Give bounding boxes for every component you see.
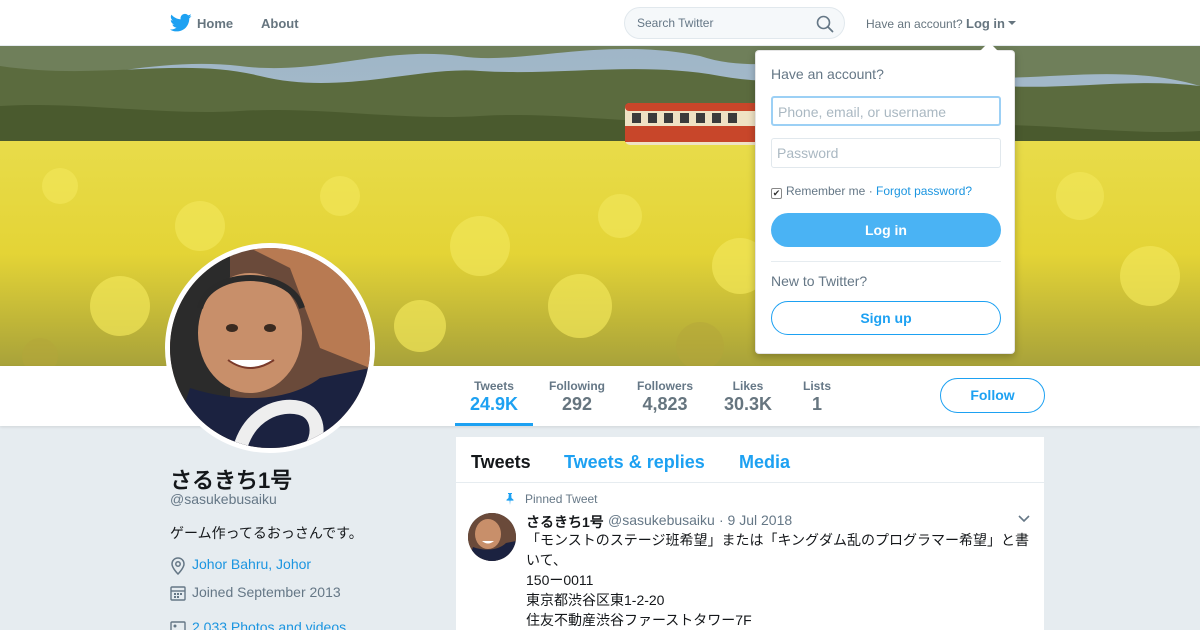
tweet-author-name[interactable]: さるきち1号 — [526, 512, 604, 532]
have-account-text: Have an account? — [866, 17, 963, 31]
calendar-icon — [170, 586, 186, 601]
pin-icon — [506, 493, 514, 505]
stat-tweets[interactable]: Tweets 24.9K — [455, 366, 533, 426]
tab-tweets-replies[interactable]: Tweets & replies — [564, 452, 705, 473]
twitter-bird-icon[interactable] — [170, 13, 192, 33]
separator: · — [868, 184, 873, 198]
stat-value: 24.9K — [469, 394, 519, 414]
forgot-password-link[interactable]: Forgot password? — [876, 184, 972, 198]
stat-following[interactable]: Following 292 — [542, 366, 612, 426]
stat-lists[interactable]: Lists 1 — [796, 366, 838, 426]
stat-label: Following — [549, 379, 605, 393]
top-navigation: Home About Search Twitter Have an accoun… — [0, 0, 1200, 46]
tweet-text: 「モンストのステージ班希望」または「キングダム乱のプログラマー希望」と書 いて、… — [526, 530, 1036, 630]
timeline-tabs: Tweets Tweets & replies Media — [456, 437, 1044, 483]
tweet-line: いて、 — [526, 552, 567, 568]
new-to-twitter-text: New to Twitter? — [771, 273, 868, 289]
signup-button[interactable]: Sign up — [771, 301, 1001, 335]
stat-label: Lists — [802, 379, 831, 393]
tweet-date[interactable]: · 9 Jul 2018 — [719, 512, 792, 528]
stat-followers[interactable]: Followers 4,823 — [630, 366, 700, 426]
tweet-line: 東京都渋谷区東1-2-20 — [526, 592, 665, 608]
stat-label: Tweets — [474, 379, 514, 393]
remember-me-checkbox[interactable]: ✔ — [771, 188, 782, 199]
stat-value: 1 — [811, 394, 822, 414]
tab-media[interactable]: Media — [739, 452, 790, 473]
login-heading: Have an account? — [771, 66, 884, 82]
search-input[interactable]: Search Twitter — [624, 7, 845, 39]
tweet-line: 住友不動産渋谷ファーストタワー7F — [526, 612, 752, 628]
caret-down-icon[interactable] — [1008, 21, 1016, 25]
login-dropdown-toggle[interactable]: Log in — [966, 16, 1005, 31]
search-placeholder: Search Twitter — [637, 16, 714, 30]
follow-button[interactable]: Follow — [940, 378, 1045, 413]
timeline: Tweets Tweets & replies Media Pinned Twe… — [456, 437, 1044, 630]
nav-home-link[interactable]: Home — [197, 16, 233, 31]
profile-handle[interactable]: @sasukebusaiku — [170, 491, 277, 507]
tweet-avatar[interactable] — [468, 513, 516, 561]
stat-value: 4,823 — [642, 394, 688, 414]
location-pin-icon — [171, 557, 185, 575]
chevron-down-icon[interactable] — [1018, 515, 1030, 523]
login-dropdown: Have an account? Phone, email, or userna… — [755, 42, 1015, 354]
profile-avatar[interactable] — [165, 243, 375, 453]
stat-label: Likes — [732, 379, 764, 393]
search-icon[interactable] — [816, 15, 834, 33]
remember-me-row: ✔ Remember me · Forgot password? — [771, 184, 972, 199]
tweet-author-handle[interactable]: @sasukebusaiku — [608, 512, 715, 528]
pinned-tweet-label: Pinned Tweet — [525, 492, 598, 506]
tab-tweets[interactable]: Tweets — [471, 452, 531, 473]
location-link[interactable]: Johor Bahru, Johor — [192, 556, 311, 572]
tweet-line: 150ー0011 — [526, 572, 594, 588]
profile-bio: ゲーム作ってるおっさんです。 — [170, 525, 363, 541]
stat-value: 30.3K — [723, 394, 773, 414]
photo-icon — [170, 621, 186, 630]
stat-value: 292 — [561, 394, 593, 414]
photos-link[interactable]: 2,033 Photos and videos — [192, 619, 346, 630]
nav-about-link[interactable]: About — [261, 16, 299, 31]
joined-date: Joined September 2013 — [192, 584, 341, 600]
divider — [771, 261, 1001, 262]
stat-likes[interactable]: Likes 30.3K — [718, 366, 778, 426]
login-button[interactable]: Log in — [771, 213, 1001, 247]
stat-label: Followers — [636, 379, 693, 393]
tweet-line: 「モンストのステージ班希望」または「キングダム乱のプログラマー希望」と書 — [526, 532, 1030, 548]
username-field[interactable]: Phone, email, or username — [771, 96, 1001, 126]
remember-me-label[interactable]: Remember me — [786, 184, 865, 198]
password-field[interactable]: Password — [771, 138, 1001, 168]
